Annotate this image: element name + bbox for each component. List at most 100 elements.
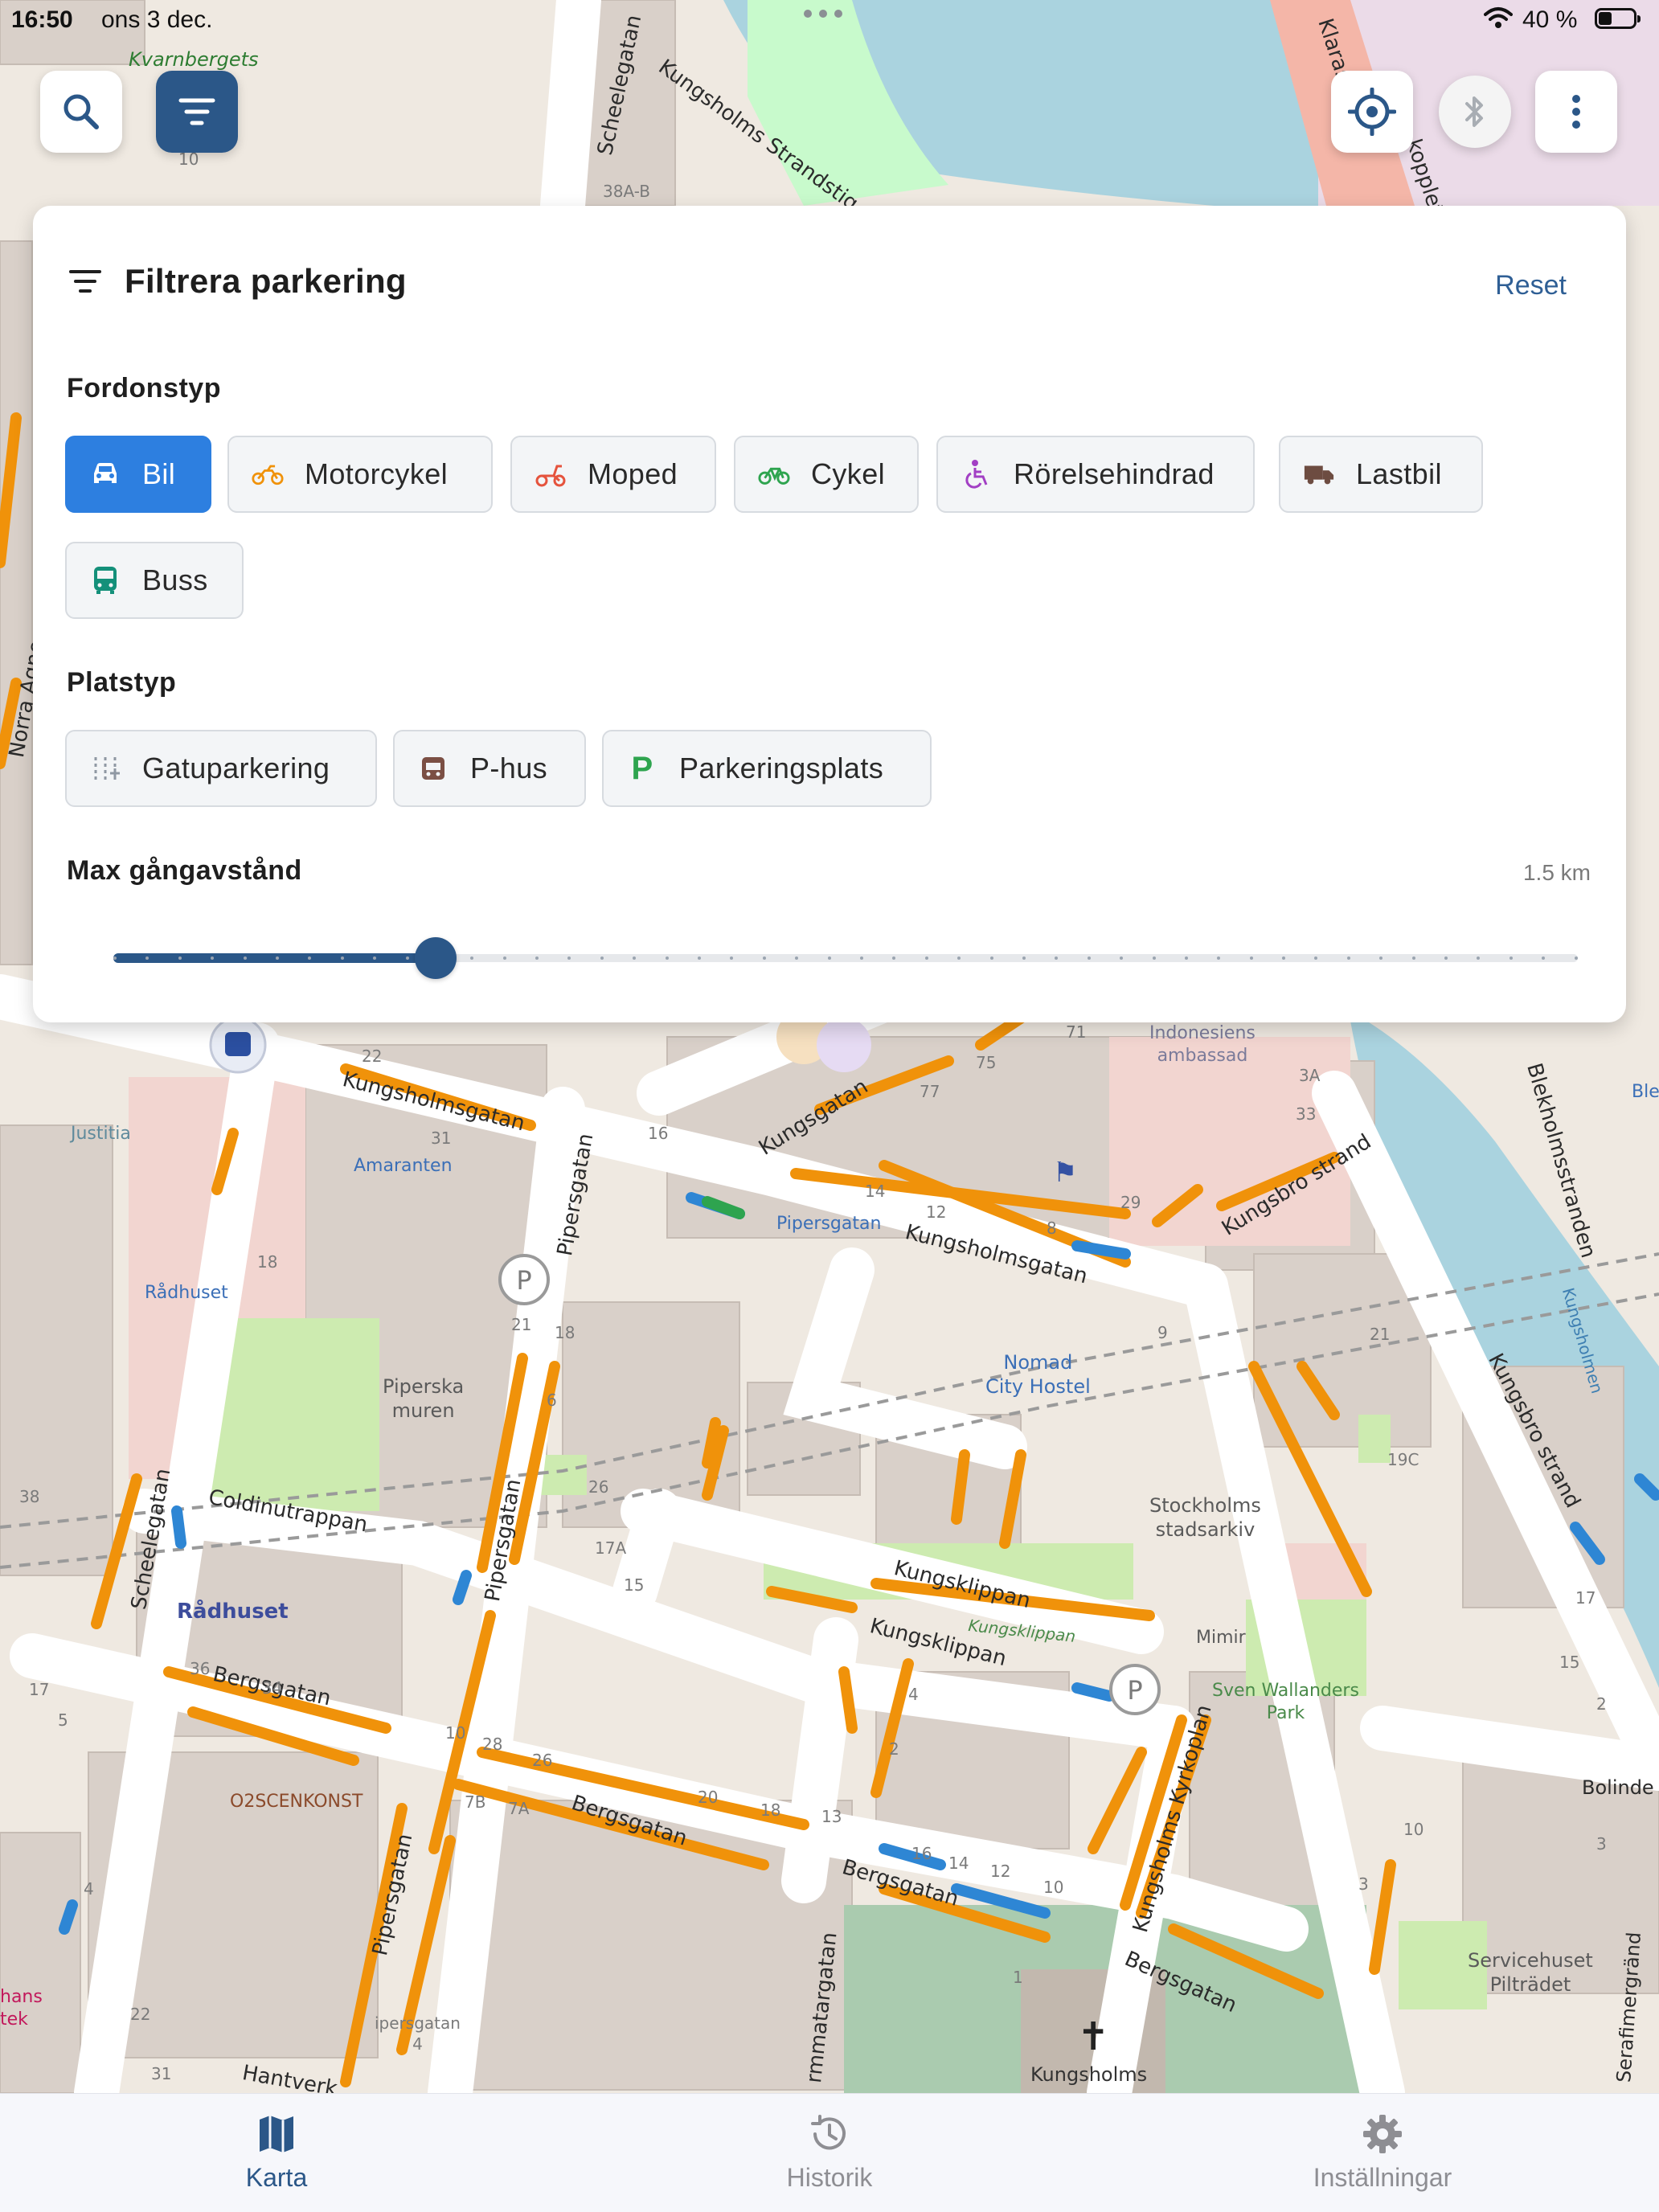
- svg-text:P: P: [516, 1265, 531, 1296]
- map-number: 7B: [465, 1792, 486, 1812]
- map-label-amaranten: Amaranten: [354, 1156, 453, 1176]
- map-number: 34: [262, 1678, 283, 1698]
- battery-icon: [1595, 8, 1641, 29]
- map-number: 10: [445, 1723, 466, 1743]
- filter-panel-title: Filtrera parkering: [125, 262, 407, 300]
- map-number: 2: [889, 1739, 899, 1759]
- chip-motorcykel[interactable]: Motorcykel: [227, 436, 493, 513]
- moped-icon: [535, 465, 566, 487]
- map-number: 12: [990, 1862, 1011, 1881]
- map-number: 18: [555, 1323, 576, 1342]
- bicycle-icon: [758, 467, 790, 485]
- slider-tick: [1282, 956, 1286, 960]
- multitasking-dots-icon[interactable]: [804, 10, 842, 18]
- map-number: 17: [29, 1680, 50, 1699]
- slider-tick: [633, 956, 637, 960]
- map-number: 13: [821, 1807, 842, 1826]
- tab-installningar[interactable]: Inställningar: [1262, 2112, 1503, 2193]
- max-distance-label: Max gångavstånd: [67, 855, 302, 886]
- bus-stop-marker[interactable]: [209, 1016, 267, 1074]
- map-number: 10: [178, 150, 199, 169]
- map-number: 22: [130, 2005, 151, 2024]
- map-number: 75: [976, 1053, 997, 1072]
- slider-tick: [957, 956, 961, 960]
- map-label-kungsholms-church: Kungsholms: [1030, 2063, 1148, 2086]
- map-number: 22: [362, 1047, 383, 1066]
- max-distance-slider[interactable]: [113, 934, 1578, 982]
- battery-percent: 40 %: [1522, 6, 1578, 33]
- slider-tick: [1152, 956, 1156, 960]
- map-number: 36: [190, 1659, 211, 1678]
- map-label-servicehuset: Servicehuset Pilträdet: [1468, 1949, 1593, 1996]
- slider-tick: [924, 956, 928, 960]
- garage-icon: [422, 757, 444, 780]
- map-number: 38: [19, 1487, 40, 1506]
- reset-button[interactable]: Reset: [1495, 270, 1567, 301]
- chip-p-hus[interactable]: P-hus: [393, 730, 586, 807]
- map-number: 8: [1047, 1219, 1057, 1238]
- chip-cykel[interactable]: Cykel: [734, 436, 919, 513]
- map-number: 26: [588, 1477, 609, 1497]
- map-number: 5: [58, 1710, 68, 1730]
- tab-historik[interactable]: Historik: [709, 2112, 950, 2193]
- slider-tick: [470, 956, 474, 960]
- bus-icon: [94, 567, 117, 594]
- chip-moped[interactable]: Moped: [510, 436, 716, 513]
- map-number: 4: [84, 1879, 94, 1899]
- status-date: ons 3 dec.: [101, 6, 213, 33]
- filter-icon: [69, 270, 101, 293]
- tab-karta[interactable]: Karta: [156, 2112, 397, 2193]
- slider-tick: [567, 956, 571, 960]
- slider-tick: [1217, 956, 1221, 960]
- slider-tick: [1509, 956, 1513, 960]
- chip-label: Moped: [588, 457, 678, 490]
- slider-tick: [535, 956, 539, 960]
- chip-buss[interactable]: Buss: [65, 542, 244, 619]
- slider-tick: [243, 956, 247, 960]
- map-number: 26: [532, 1751, 553, 1770]
- map-number: 3A: [1299, 1066, 1321, 1085]
- map-number: 10: [1403, 1820, 1424, 1839]
- map-number: 20: [698, 1788, 719, 1807]
- tab-bar: Karta Historik Inställningar: [0, 2093, 1659, 2212]
- slider-tick: [113, 956, 117, 960]
- map-number: ipersgatan 4: [375, 2013, 461, 2054]
- bluetooth-button[interactable]: [1439, 76, 1511, 148]
- accessible-icon: [965, 460, 988, 489]
- chip-label: Parkeringsplats: [679, 752, 884, 784]
- map-label-justitia: Justitia: [71, 1124, 131, 1144]
- map-label-radhuset-stop: Rådhuset: [145, 1283, 228, 1303]
- map-number: 18: [257, 1252, 278, 1272]
- slider-tick: [1314, 956, 1318, 960]
- map-label-o2scenkonst: O2SCENKONST: [230, 1792, 363, 1812]
- svg-text:P: P: [1127, 1675, 1142, 1706]
- map-number: 7A: [508, 1799, 530, 1818]
- map-label-kvarnbergets: Kvarnbergets: [129, 48, 259, 71]
- slider-tick: [1411, 956, 1415, 960]
- bluetooth-icon: [1465, 96, 1483, 127]
- locate-button[interactable]: [1331, 71, 1413, 153]
- search-button[interactable]: [40, 71, 122, 153]
- map-label-pipersgatan-stop: Pipersgatan: [776, 1214, 882, 1234]
- map-number: 17A: [595, 1538, 627, 1558]
- slider-tick: [373, 956, 377, 960]
- slider-thumb[interactable]: [414, 937, 457, 979]
- map-number: 21: [1370, 1325, 1391, 1344]
- slider-tick: [859, 956, 863, 960]
- chip-bil[interactable]: Bil: [65, 436, 211, 513]
- chip-label: Motorcykel: [305, 457, 449, 490]
- chip-parkeringsplats[interactable]: P Parkeringsplats: [602, 730, 932, 807]
- more-button[interactable]: [1535, 71, 1617, 153]
- filter-button[interactable]: [156, 71, 238, 153]
- slider-tick: [1574, 956, 1578, 960]
- slider-tick: [892, 956, 896, 960]
- chip-lastbil[interactable]: Lastbil: [1279, 436, 1483, 513]
- slider-tick: [762, 956, 766, 960]
- map-number: 19C: [1387, 1450, 1419, 1469]
- chip-rorelsehindrad[interactable]: Rörelsehindrad: [936, 436, 1255, 513]
- slider-tick: [1120, 956, 1124, 960]
- map-number: 6: [547, 1391, 557, 1410]
- map-number: 2: [1596, 1694, 1607, 1714]
- chip-gatuparkering[interactable]: Gatuparkering: [65, 730, 377, 807]
- slider-tick: [795, 956, 799, 960]
